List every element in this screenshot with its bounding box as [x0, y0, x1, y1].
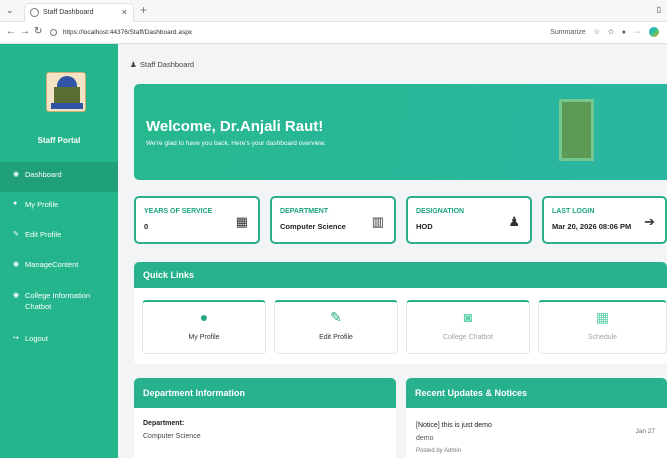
- dashboard-icon: ◉: [13, 171, 20, 178]
- quick-link-my-profile[interactable]: ● My Profile: [142, 300, 266, 354]
- tab-menu-icon[interactable]: ⌄: [6, 5, 14, 16]
- sidebar-item-my-profile[interactable]: ● My Profile: [0, 192, 118, 222]
- toolbar-actions: Summarize ☆ ✩ ● ···: [550, 27, 659, 37]
- sidebar-item-label: ManageContent: [25, 260, 79, 269]
- sidebar-item-logout[interactable]: ↪ Logout: [0, 326, 118, 356]
- stats-row: YEARS OF SERVICE 0 ▦ DEPARTMENT Computer…: [134, 196, 667, 244]
- browser-tab[interactable]: Staff Dashboard ×: [24, 3, 134, 22]
- department-info-title: Department Information: [134, 378, 396, 408]
- breadcrumb-text: Staff Dashboard: [140, 60, 195, 69]
- stat-card-designation: DESIGNATION HOD ♟: [406, 196, 532, 244]
- calendar-icon: ▦: [595, 309, 610, 325]
- quick-link-schedule[interactable]: ▦ Schedule: [538, 300, 667, 354]
- notice-date: Jan 27: [635, 428, 655, 435]
- stat-card-last-login: LAST LOGIN Mar 20, 2026 08:06 PM ➔: [542, 196, 667, 244]
- sidebar-item-label: College Information Chatbot: [25, 291, 91, 311]
- forward-arrow-icon[interactable]: →: [20, 26, 30, 37]
- user-icon: ●: [199, 309, 209, 325]
- department-value: Computer Science: [143, 433, 201, 440]
- site-info-icon[interactable]: [50, 29, 57, 36]
- user-icon: ●: [13, 200, 18, 207]
- sidebar-item-chatbot[interactable]: ◉ College Information Chatbot: [0, 282, 118, 326]
- quick-link-edit-profile[interactable]: ✎ Edit Profile: [274, 300, 398, 354]
- quick-link-label: Edit Profile: [319, 334, 353, 341]
- sidebar-item-dashboard[interactable]: ◉ Dashboard: [0, 162, 118, 192]
- department-info-panel: Department Information Department: Compu…: [134, 378, 396, 458]
- notices-panel: Recent Updates & Notices [Notice] this i…: [406, 378, 667, 458]
- summarize-button[interactable]: Summarize: [550, 29, 585, 36]
- notices-title: Recent Updates & Notices: [406, 378, 667, 408]
- sidebar-item-label: Edit Profile: [25, 230, 62, 239]
- stat-card-department: DEPARTMENT Computer Science ▥: [270, 196, 396, 244]
- sidebar-item-manage-content[interactable]: ◉ ManageContent: [0, 252, 118, 282]
- notice-description: demo: [416, 435, 434, 442]
- new-tab-button[interactable]: +: [140, 3, 147, 17]
- sidebar: Staff Portal ◉ Dashboard ● My Profile ✎ …: [0, 44, 118, 458]
- edit-icon: ✎: [13, 231, 19, 238]
- edit-icon: ✎: [330, 309, 342, 325]
- calendar-icon: ▦: [235, 214, 248, 229]
- welcome-subtitle: We're glad to have you back. Here's your…: [146, 140, 326, 147]
- department-label: Department:: [143, 420, 185, 427]
- portal-title: Staff Portal: [37, 136, 81, 145]
- college-logo: [46, 72, 86, 112]
- sidebar-menu: ◉ Dashboard ● My Profile ✎ Edit Profile …: [0, 162, 118, 356]
- sign-in-icon: ➔: [644, 214, 655, 229]
- reload-icon[interactable]: ↻: [34, 26, 42, 37]
- url-input[interactable]: https://localhost:44376/Staff/Dashboard.…: [50, 25, 530, 41]
- breadcrumb: ♟ Staff Dashboard: [130, 60, 194, 69]
- address-bar-row: ← → ↻ https://localhost:44376/Staff/Dash…: [0, 22, 667, 44]
- chatbot-icon: ◉: [13, 292, 20, 299]
- window-menu-icon[interactable]: ▯: [657, 5, 661, 14]
- user-tie-icon: ♟: [130, 60, 137, 69]
- more-icon[interactable]: ···: [634, 29, 641, 36]
- tab-title: Staff Dashboard: [43, 9, 94, 16]
- sidebar-item-label: Logout: [25, 334, 48, 343]
- sidebar-item-label: My Profile: [25, 200, 59, 209]
- welcome-title: Welcome, Dr.Anjali Raut!: [146, 118, 324, 135]
- browser-tab-strip: ⌄ Staff Dashboard × + ▯: [0, 0, 667, 22]
- profile-icon[interactable]: ●: [622, 29, 626, 36]
- quick-links-title: Quick Links: [134, 262, 667, 288]
- user-tie-icon: ♟: [508, 214, 520, 229]
- favorites-icon[interactable]: ✩: [608, 28, 614, 36]
- notice-posted-by: Posted by Admin: [416, 448, 462, 454]
- robot-icon: ◙: [463, 309, 473, 325]
- quick-link-label: Schedule: [587, 334, 618, 341]
- welcome-banner: Welcome, Dr.Anjali Raut! We're glad to h…: [134, 84, 667, 180]
- stat-card-years-of-service: YEARS OF SERVICE 0 ▦: [134, 196, 260, 244]
- building-icon: ▥: [371, 214, 384, 229]
- tab-close-icon[interactable]: ×: [122, 7, 127, 17]
- quick-link-label: My Profile: [188, 334, 220, 341]
- sidebar-item-label: Dashboard: [25, 170, 62, 179]
- url-text: https://localhost:44376/Staff/Dashboard.…: [62, 29, 193, 37]
- quick-links-panel: Quick Links ● My Profile ✎ Edit Profile …: [134, 262, 667, 364]
- sidebar-item-edit-profile[interactable]: ✎ Edit Profile: [0, 222, 118, 252]
- favicon-icon: [30, 8, 39, 17]
- quick-link-college-chatbot[interactable]: ◙ College Chatbot: [406, 300, 530, 354]
- favorite-star-icon[interactable]: ☆: [594, 28, 600, 36]
- logout-icon: ↪: [13, 335, 19, 342]
- content-icon: ◉: [13, 261, 20, 268]
- profile-photo: [559, 99, 594, 161]
- notice-title[interactable]: [Notice] this is just demo: [416, 422, 667, 429]
- back-arrow-icon[interactable]: ←: [6, 26, 16, 37]
- copilot-icon[interactable]: [649, 27, 659, 37]
- quick-link-label: College Chatbot: [442, 334, 494, 341]
